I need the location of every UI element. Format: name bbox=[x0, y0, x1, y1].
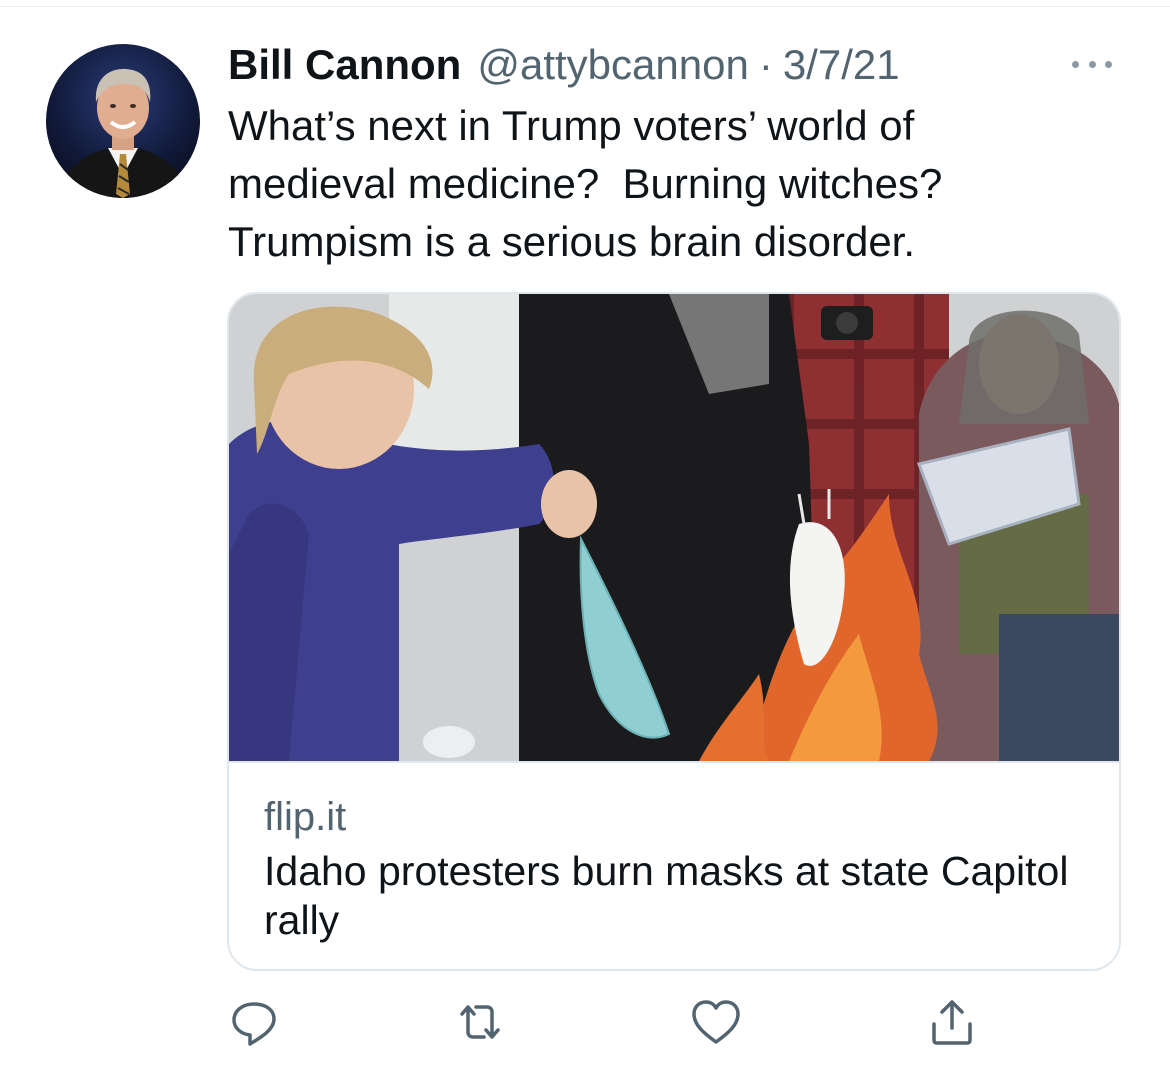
tweet-view: Bill Cannon @attybcannon · 3/7/21 What’s… bbox=[0, 0, 1170, 1067]
reply-icon bbox=[232, 1002, 276, 1046]
card-divider bbox=[229, 761, 1119, 763]
link-card[interactable]: flip.it Idaho protesters burn masks at s… bbox=[227, 292, 1121, 971]
dot bbox=[1088, 60, 1096, 68]
like-button[interactable] bbox=[688, 994, 744, 1050]
tweet-text: What’s next in Trump voters’ world of me… bbox=[228, 102, 943, 265]
top-divider bbox=[0, 6, 1170, 7]
tweet-date[interactable]: 3/7/21 bbox=[783, 40, 900, 90]
tweet-header: Bill Cannon @attybcannon · 3/7/21 bbox=[228, 40, 900, 90]
share-button[interactable] bbox=[924, 994, 980, 1050]
retweet-button[interactable] bbox=[452, 994, 508, 1050]
tweet-actions bbox=[226, 994, 986, 1054]
avatar-photo bbox=[56, 68, 190, 198]
separator-dot: · bbox=[758, 41, 773, 88]
dot bbox=[1105, 60, 1112, 68]
author-name[interactable]: Bill Cannon bbox=[228, 40, 461, 90]
dot bbox=[1072, 60, 1079, 68]
protest-photo bbox=[229, 294, 1119, 761]
card-title: Idaho protesters burn masks at state Cap… bbox=[264, 848, 1069, 943]
card-domain: flip.it bbox=[264, 795, 347, 839]
author-handle[interactable]: @attybcannon bbox=[477, 40, 748, 90]
avatar[interactable] bbox=[46, 44, 200, 198]
more-options-icon[interactable] bbox=[1064, 50, 1120, 78]
reply-button[interactable] bbox=[226, 994, 282, 1050]
like-icon bbox=[692, 1000, 740, 1044]
card-image[interactable] bbox=[229, 294, 1119, 761]
share-icon bbox=[932, 1000, 972, 1045]
retweet-icon bbox=[460, 1005, 500, 1039]
